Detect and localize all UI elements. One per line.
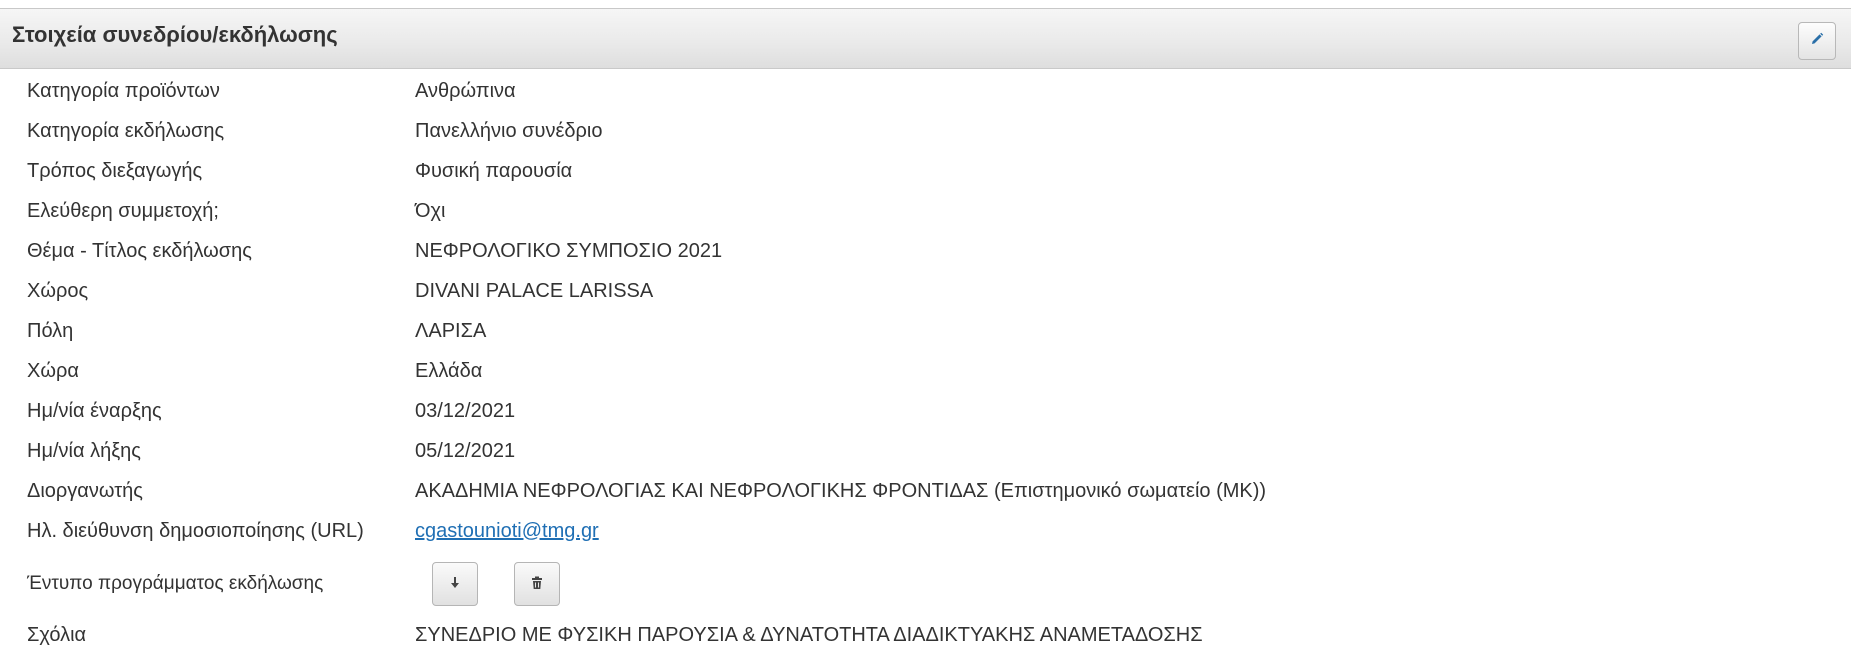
- row-city: Πόλη ΛΑΡΙΣΑ: [0, 311, 1851, 351]
- field-label: Έντυπο προγράμματος εκδήλωσης: [27, 573, 324, 594]
- pencil-icon: [1810, 32, 1824, 51]
- row-event-category: Κατηγορία εκδήλωσης Πανελλήνιο συνέδριο: [0, 111, 1851, 151]
- row-conduct-mode: Τρόπος διεξαγωγής Φυσική παρουσία: [0, 151, 1851, 191]
- field-value: ΝΕΦΡΟΛΟΓΙΚΟ ΣΥΜΠΟΣΙΟ 2021: [415, 239, 723, 262]
- publication-url-link[interactable]: cgastounioti@tmg.gr: [415, 520, 599, 543]
- field-label: Κατηγορία προϊόντων: [27, 79, 220, 102]
- event-details-panel: Στοιχεία συνεδρίου/εκδήλωσης Κατηγορία π…: [0, 8, 1851, 665]
- edit-button[interactable]: [1798, 22, 1836, 60]
- row-country: Χώρα Ελλάδα: [0, 351, 1851, 391]
- trash-icon: [531, 573, 543, 596]
- field-label: Ηλ. διεύθυνση δημοσιοποίησης (URL): [27, 519, 364, 542]
- field-value: ΛΑΡΙΣΑ: [415, 319, 487, 342]
- field-label: Σχόλια: [27, 623, 87, 646]
- download-icon: [449, 573, 461, 596]
- field-value: 05/12/2021: [415, 439, 516, 462]
- field-value: ΣΥΝΕΔΡΙΟ ΜΕ ΦΥΣΙΚΗ ΠΑΡΟΥΣΙΑ & ΔΥΝΑΤΟΤΗΤΑ…: [415, 623, 1203, 646]
- row-publication-url: Ηλ. διεύθυνση δημοσιοποίησης (URL) cgast…: [0, 511, 1851, 551]
- field-value: Όχι: [415, 199, 446, 222]
- field-label: Ημ/νία έναρξης: [27, 399, 162, 422]
- field-label: Τρόπος διεξαγωγής: [27, 159, 203, 182]
- delete-button[interactable]: [514, 562, 560, 606]
- field-label: Ημ/νία λήξης: [27, 439, 141, 462]
- field-value: ΑΚΑΔΗΜΙΑ ΝΕΦΡΟΛΟΓΙΑΣ ΚΑΙ ΝΕΦΡΟΛΟΓΙΚΗΣ ΦΡ…: [415, 479, 1267, 502]
- row-comments: Σχόλια ΣΥΝΕΔΡΙΟ ΜΕ ΦΥΣΙΚΗ ΠΑΡΟΥΣΙΑ & ΔΥΝ…: [0, 615, 1851, 655]
- download-button[interactable]: [432, 562, 478, 606]
- field-value: 03/12/2021: [415, 399, 516, 422]
- row-program-document: Έντυπο προγράμματος εκδήλωσης: [0, 553, 1851, 615]
- field-value: Πανελλήνιο συνέδριο: [415, 119, 603, 142]
- field-value: DIVANI PALACE LARISSA: [415, 279, 654, 302]
- field-value: Φυσική παρουσία: [415, 159, 573, 182]
- panel-header: Στοιχεία συνεδρίου/εκδήλωσης: [0, 9, 1851, 69]
- field-label: Χώρος: [27, 279, 89, 302]
- row-venue: Χώρος DIVANI PALACE LARISSA: [0, 271, 1851, 311]
- row-start-date: Ημ/νία έναρξης 03/12/2021: [0, 391, 1851, 431]
- row-organizer: Διοργανωτής ΑΚΑΔΗΜΙΑ ΝΕΦΡΟΛΟΓΙΑΣ ΚΑΙ ΝΕΦ…: [0, 471, 1851, 511]
- field-label: Χώρα: [27, 359, 79, 382]
- panel-title: Στοιχεία συνεδρίου/εκδήλωσης: [12, 22, 338, 47]
- field-value: Ελλάδα: [415, 359, 483, 382]
- row-free-participation: Ελεύθερη συμμετοχή; Όχι: [0, 191, 1851, 231]
- row-event-title: Θέμα - Τίτλος εκδήλωσης ΝΕΦΡΟΛΟΓΙΚΟ ΣΥΜΠ…: [0, 231, 1851, 271]
- field-value: Ανθρώπινα: [415, 79, 516, 102]
- field-label: Κατηγορία εκδήλωσης: [27, 119, 225, 142]
- field-label: Πόλη: [27, 319, 74, 342]
- row-product-category: Κατηγορία προϊόντων Ανθρώπινα: [0, 71, 1851, 111]
- field-label: Ελεύθερη συμμετοχή;: [27, 199, 219, 222]
- field-label: Θέμα - Τίτλος εκδήλωσης: [27, 239, 252, 262]
- field-label: Διοργανωτής: [27, 479, 143, 502]
- row-end-date: Ημ/νία λήξης 05/12/2021: [0, 431, 1851, 471]
